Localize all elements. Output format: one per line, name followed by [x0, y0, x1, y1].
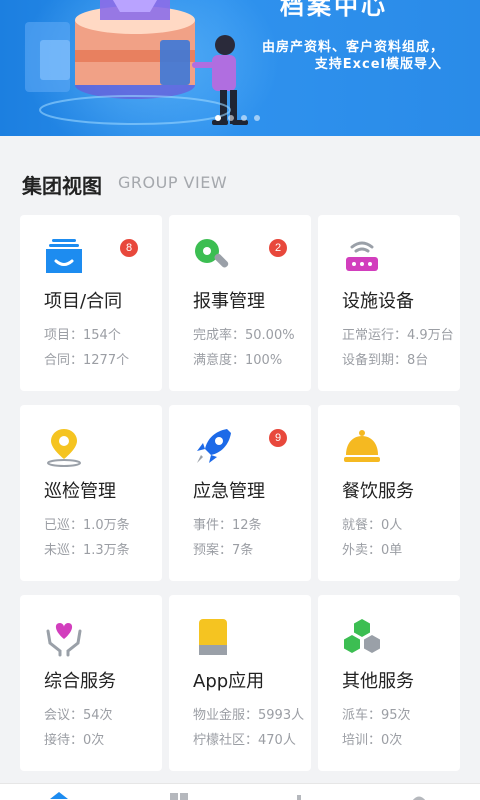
notification-badge: 9 — [269, 429, 287, 447]
card-incident-reports[interactable]: 2 报事管理 完成率：50.00% 满意度：100% — [169, 215, 311, 391]
grid-icon[interactable] — [170, 792, 188, 800]
card-projects-contracts[interactable]: 8 项目/合同 项目：154个 合同：1277个 — [20, 215, 162, 391]
banner-title: 档案中心 — [280, 0, 388, 20]
section-title: 集团视图 — [22, 174, 102, 198]
card-stat: 合同：1277个 — [44, 353, 130, 368]
wrench-icon — [195, 239, 229, 268]
card-title: 应急管理 — [193, 481, 265, 502]
card-stat: 事件：12条 — [193, 518, 262, 533]
card-stat: 外卖：0单 — [342, 543, 403, 558]
bottom-navigation — [0, 783, 480, 800]
card-stat: 已巡：1.0万条 — [44, 518, 130, 533]
carousel-dot[interactable] — [215, 115, 221, 121]
card-stat: 预案：7条 — [193, 543, 254, 558]
card-title: 其他服务 — [342, 671, 414, 692]
card-title: 设施设备 — [342, 291, 414, 312]
card-stat: 培训：0次 — [342, 733, 403, 748]
card-stat: 完成率：50.00% — [193, 328, 295, 343]
card-catering[interactable]: 餐饮服务 就餐：0人 外卖：0单 — [318, 405, 460, 581]
rocket-icon — [197, 429, 231, 463]
carousel-dot[interactable] — [254, 115, 260, 121]
card-stat: 正常运行：4.9万台 — [342, 328, 454, 343]
card-title: 餐饮服务 — [342, 481, 414, 502]
card-title: 巡检管理 — [44, 481, 116, 502]
card-stat: 柠檬社区：470人 — [193, 733, 296, 748]
carousel-dot[interactable] — [228, 115, 234, 121]
card-stat: 未巡：1.3万条 — [44, 543, 130, 558]
hexagons-icon — [344, 619, 380, 653]
inbox-icon — [46, 239, 82, 273]
card-stat: 物业金服：5993人 — [193, 708, 305, 723]
card-stat: 设备到期：8台 — [342, 353, 429, 368]
profile-icon[interactable] — [410, 792, 428, 800]
banner-carousel[interactable]: 档案中心 由房产资料、客户资料组成， 支持Excel模版导入 — [0, 0, 480, 136]
section-subtitle: GROUP VIEW — [118, 173, 228, 192]
home-icon[interactable] — [50, 792, 68, 800]
carousel-indicator[interactable] — [215, 115, 260, 121]
router-icon — [346, 241, 378, 271]
banner-description-line2: 支持Excel模版导入 — [314, 57, 442, 72]
phone-app-icon — [199, 619, 227, 655]
card-app[interactable]: App应用 物业金服：5993人 柠檬社区：470人 — [169, 595, 311, 771]
carousel-dot[interactable] — [241, 115, 247, 121]
location-pin-icon — [47, 429, 81, 467]
card-title: 综合服务 — [44, 671, 116, 692]
card-stat: 满意度：100% — [193, 353, 283, 368]
notification-badge: 8 — [120, 239, 138, 257]
notification-badge: 2 — [269, 239, 287, 257]
food-cloche-icon — [344, 430, 380, 462]
card-general-services[interactable]: 综合服务 会议：54次 接待：0次 — [20, 595, 162, 771]
card-title: 报事管理 — [193, 291, 265, 312]
card-stat: 项目：154个 — [44, 328, 121, 343]
card-stat: 派车：95次 — [342, 708, 411, 723]
message-icon[interactable] — [290, 792, 308, 800]
card-stat: 会议：54次 — [44, 708, 113, 723]
card-stat: 接待：0次 — [44, 733, 105, 748]
card-stat: 就餐：0人 — [342, 518, 403, 533]
heart-hands-icon — [46, 623, 82, 657]
card-facilities-equipment[interactable]: 设施设备 正常运行：4.9万台 设备到期：8台 — [318, 215, 460, 391]
card-title: 项目/合同 — [44, 291, 123, 312]
card-inspection[interactable]: 巡检管理 已巡：1.0万条 未巡：1.3万条 — [20, 405, 162, 581]
card-emergency[interactable]: 9 应急管理 事件：12条 预案：7条 — [169, 405, 311, 581]
card-title: App应用 — [193, 671, 265, 692]
card-other-services[interactable]: 其他服务 派车：95次 培训：0次 — [318, 595, 460, 771]
